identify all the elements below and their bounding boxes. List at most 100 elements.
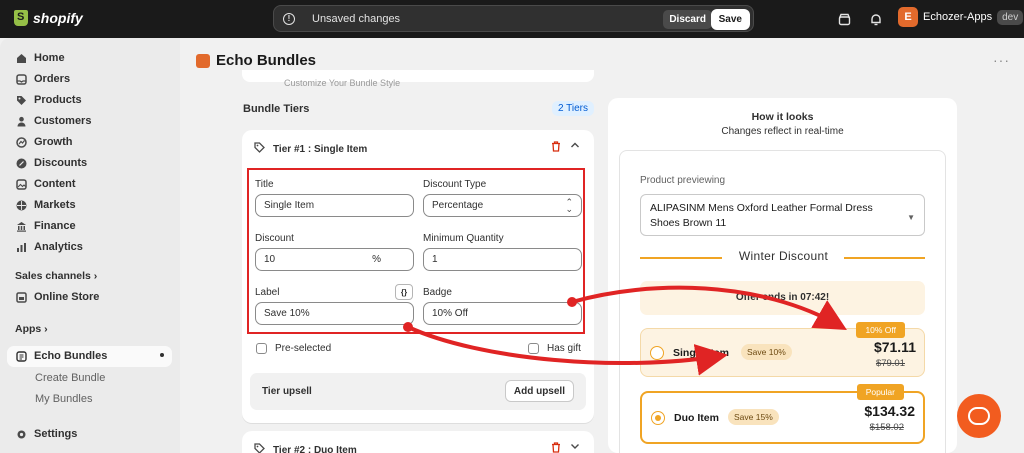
discount-input[interactable]: 10 % xyxy=(255,248,414,271)
sidebar-item-label: Customers xyxy=(34,115,92,127)
tier-1-header[interactable]: Tier #1 : Single Item xyxy=(254,142,367,156)
sidebar-item-home[interactable]: Home xyxy=(15,52,65,64)
option-badge: Popular xyxy=(856,384,904,400)
sales-channels-label: Sales channels xyxy=(15,270,91,282)
bundle-option-1[interactable]: Single Item Save 10% $71.11 $79.01 10% O… xyxy=(640,322,925,377)
discard-button[interactable]: Discard xyxy=(663,10,712,29)
unsaved-message: Unsaved changes xyxy=(312,12,401,25)
sidebar-item-content[interactable]: Content xyxy=(15,178,76,190)
store-icon[interactable] xyxy=(836,11,852,27)
pin-dot-icon xyxy=(160,353,164,357)
settings-column: Customize Your Bundle Style Bundle Tiers… xyxy=(242,70,594,453)
product-previewing-label: Product previewing xyxy=(640,175,726,186)
app-icon xyxy=(15,350,27,362)
top-bar: shopify ! Unsaved changes Discard Save E… xyxy=(0,0,1024,38)
chevron-up-icon[interactable] xyxy=(570,140,580,152)
bundle-heading: Winter Discount xyxy=(738,249,829,263)
tag-icon xyxy=(15,94,27,106)
storefront-icon xyxy=(15,291,27,303)
sidebar-item-label: Content xyxy=(34,178,76,190)
title-input[interactable]: Single Item xyxy=(255,194,414,217)
has-gift-label: Has gift xyxy=(547,343,581,354)
discount-value: 10 xyxy=(264,254,276,265)
sidebar-item-products[interactable]: Products xyxy=(15,94,82,106)
apps-header[interactable]: Apps › xyxy=(15,323,48,335)
product-select[interactable]: ALIPASINM Mens Oxford Leather Formal Dre… xyxy=(640,194,925,236)
sidebar-item-label: Home xyxy=(34,52,65,64)
sidebar-item-growth[interactable]: Growth xyxy=(15,136,73,148)
sidebar-item-orders[interactable]: Orders xyxy=(15,73,70,85)
store-avatar: E xyxy=(898,7,918,27)
radio-button-selected[interactable] xyxy=(651,411,665,425)
store-menu[interactable]: E Echozer-Apps dev xyxy=(898,7,1024,27)
option-name: Duo Item xyxy=(674,412,719,424)
sidebar-item-discounts[interactable]: Discounts xyxy=(15,157,87,169)
title-label: Title xyxy=(255,179,274,190)
gear-icon xyxy=(15,428,27,440)
sidebar-item-customers[interactable]: Customers xyxy=(15,115,91,127)
badge-value: 10% Off xyxy=(432,308,468,319)
badge-input[interactable]: 10% Off xyxy=(423,302,582,325)
checkbox-box xyxy=(256,343,267,354)
trash-icon[interactable] xyxy=(551,442,561,453)
chevron-right-icon: › xyxy=(93,270,98,282)
sidebar-item-echo-bundles[interactable]: Echo Bundles xyxy=(15,350,107,362)
bell-icon[interactable] xyxy=(868,11,884,27)
chat-button[interactable] xyxy=(957,394,1001,438)
title-value: Single Item xyxy=(264,200,315,211)
bundle-option-2[interactable]: Duo Item Save 15% $134.32 $158.02 Popula… xyxy=(640,384,925,444)
style-section-caption: Customize Your Bundle Style xyxy=(284,78,401,88)
sidebar-item-label: Orders xyxy=(34,73,71,85)
add-upsell-button[interactable]: Add upsell xyxy=(504,380,574,402)
preselected-checkbox[interactable]: Pre-selected xyxy=(256,343,331,354)
more-actions-icon[interactable]: ··· xyxy=(993,52,1010,68)
sidebar-item-my-bundles[interactable]: My Bundles xyxy=(35,393,92,405)
sidebar-item-label: Settings xyxy=(34,428,78,440)
label-label: Label xyxy=(255,287,280,298)
option-price: $71.11 xyxy=(873,339,916,355)
option-badge: 10% Off xyxy=(856,322,905,338)
option-save-pill: Save 15% xyxy=(728,409,779,425)
discount-type-select[interactable]: Percentage ⌃ ⌄ xyxy=(423,194,582,217)
label-value: Save 10% xyxy=(264,308,310,319)
globe-icon xyxy=(15,199,27,211)
page-title: Echo Bundles xyxy=(196,52,316,69)
tier-2-header[interactable]: Tier #2 : Duo Item xyxy=(254,443,357,453)
bank-icon xyxy=(15,220,27,232)
preview-widget: Product previewing ALIPASINM Mens Oxford… xyxy=(619,150,946,453)
min-quantity-value: 1 xyxy=(432,254,438,265)
chat-icon xyxy=(968,407,990,425)
echo-bundles-logo-icon xyxy=(196,53,210,68)
unsaved-changes-bar: ! Unsaved changes Discard Save xyxy=(273,5,754,32)
sidebar-item-create-bundle[interactable]: Create Bundle xyxy=(35,372,105,384)
sidebar-item-label: Echo Bundles xyxy=(34,350,108,362)
sidebar-item-online-store[interactable]: Online Store xyxy=(15,291,99,303)
percent-suffix: % xyxy=(372,254,381,265)
trash-icon[interactable] xyxy=(551,141,561,155)
shopify-bag-icon xyxy=(14,10,28,26)
sales-channels-header[interactable]: Sales channels › xyxy=(15,270,97,282)
shopify-logo[interactable]: shopify xyxy=(14,10,83,26)
has-gift-checkbox[interactable]: Has gift xyxy=(528,343,581,354)
sidebar-item-settings[interactable]: Settings xyxy=(15,428,77,440)
variables-button[interactable]: {} xyxy=(395,284,413,300)
sidebar-item-markets[interactable]: Markets xyxy=(15,199,76,211)
min-quantity-input[interactable]: 1 xyxy=(423,248,582,271)
option-compare-price: $79.01 xyxy=(875,358,905,369)
save-button[interactable]: Save xyxy=(710,9,750,30)
option-save-pill: Save 10% xyxy=(741,344,792,360)
chevron-down-icon[interactable] xyxy=(570,441,580,453)
discount-type-label: Discount Type xyxy=(423,179,487,190)
badge-label: Badge xyxy=(423,287,452,298)
person-icon xyxy=(15,115,27,127)
sidebar-item-label: Finance xyxy=(34,220,76,232)
caret-down-icon: ▼ xyxy=(907,213,915,222)
label-input[interactable]: Save 10% xyxy=(255,302,414,325)
content-icon xyxy=(15,178,27,190)
option-name: Single Item xyxy=(673,347,730,359)
preview-title: How it looks xyxy=(751,111,814,123)
radio-button[interactable] xyxy=(650,346,664,360)
sidebar-item-analytics[interactable]: Analytics xyxy=(15,241,83,253)
tier-card-1: Tier #1 : Single Item Title Single Item … xyxy=(242,130,594,423)
sidebar-item-finance[interactable]: Finance xyxy=(15,220,76,232)
